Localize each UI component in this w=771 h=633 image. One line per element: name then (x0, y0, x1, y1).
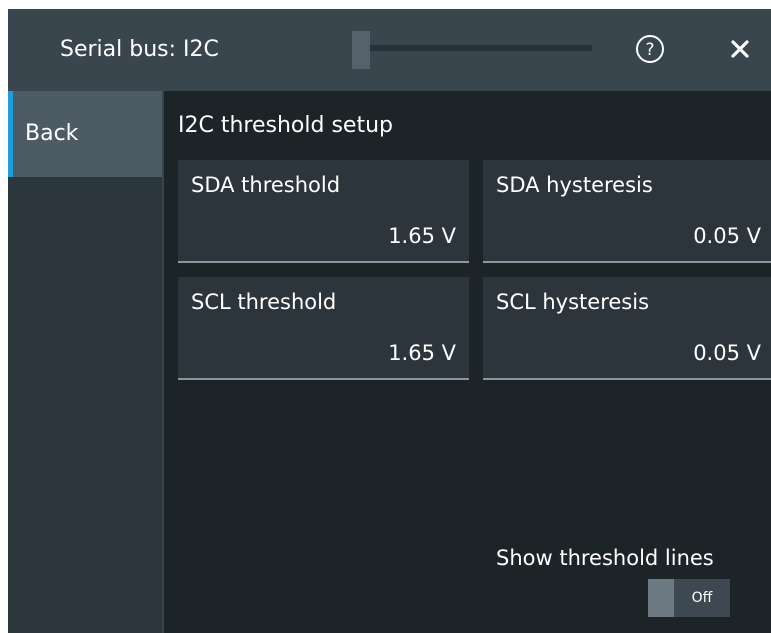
transparency-slider-handle[interactable] (352, 31, 370, 69)
scl-hysteresis-label: SCL hysteresis (496, 290, 650, 314)
scl-hysteresis-field[interactable]: SCL hysteresis 0.05 V (483, 277, 771, 380)
toggle-knob (648, 579, 674, 617)
close-button[interactable] (722, 31, 758, 67)
back-button-label: Back (25, 121, 79, 146)
show-threshold-lines-toggle[interactable]: Off (648, 579, 730, 617)
back-button-accent (8, 91, 13, 177)
dialog-title: Serial bus: I2C (60, 37, 219, 62)
scl-threshold-label: SCL threshold (191, 290, 337, 314)
dialog-window: Serial bus: I2C ? Back I2C threshold set… (8, 9, 771, 633)
close-x-icon (731, 40, 749, 58)
sda-hysteresis-field[interactable]: SDA hysteresis 0.05 V (483, 160, 771, 263)
help-circle-icon: ? (636, 35, 664, 63)
sidebar: Back (8, 91, 162, 633)
sda-hysteresis-label: SDA hysteresis (496, 173, 653, 197)
svg-text:?: ? (645, 40, 654, 60)
transparency-slider-track[interactable] (352, 45, 592, 51)
sda-hysteresis-value: 0.05 V (693, 224, 761, 248)
scl-hysteresis-value: 0.05 V (693, 341, 761, 365)
title-bar: Serial bus: I2C ? (8, 9, 771, 91)
scl-threshold-field[interactable]: SCL threshold 1.65 V (178, 277, 469, 380)
sda-threshold-value: 1.65 V (388, 224, 456, 248)
sidebar-divider (162, 91, 164, 633)
sda-threshold-field[interactable]: SDA threshold 1.65 V (178, 160, 469, 263)
section-title: I2C threshold setup (178, 113, 393, 138)
back-button[interactable]: Back (8, 91, 162, 177)
help-button[interactable]: ? (634, 33, 666, 65)
scl-threshold-value: 1.65 V (388, 341, 456, 365)
show-threshold-lines-label: Show threshold lines (496, 546, 714, 570)
sda-threshold-label: SDA threshold (191, 173, 341, 197)
toggle-state-label: Off (691, 590, 713, 606)
